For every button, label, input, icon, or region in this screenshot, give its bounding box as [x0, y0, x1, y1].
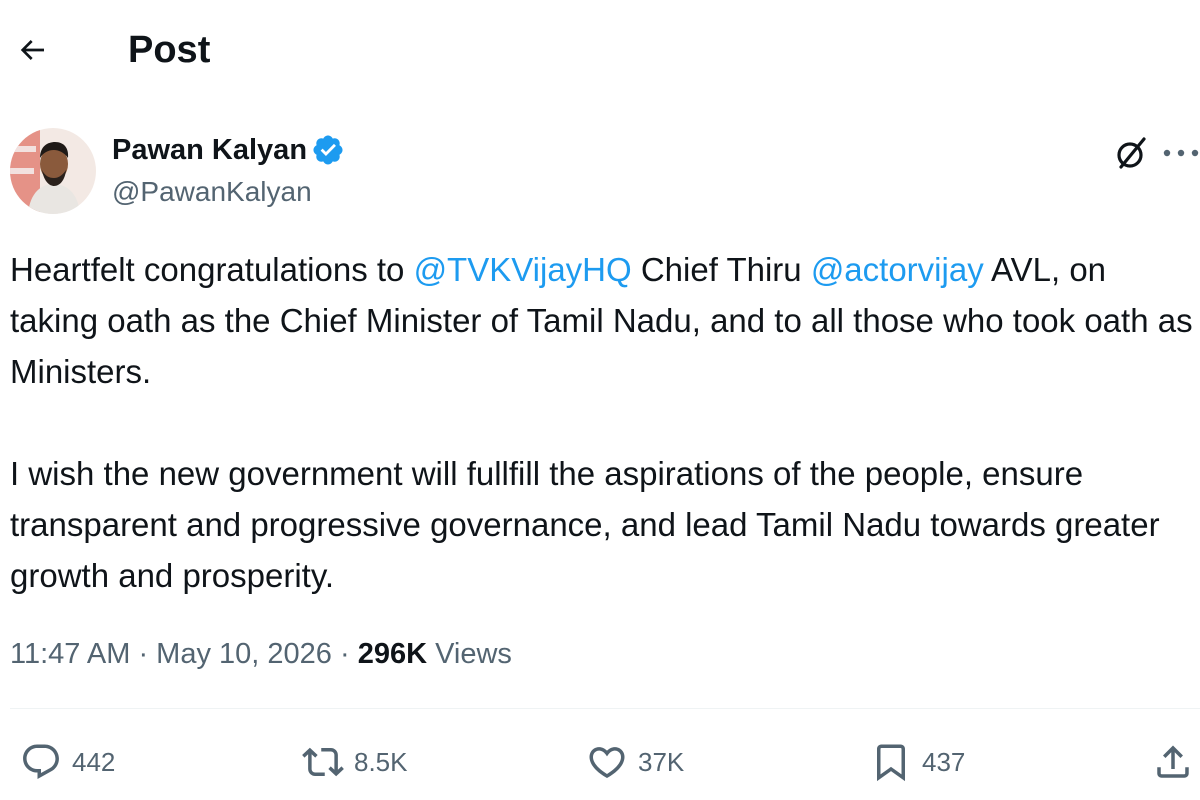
share-icon [1157, 745, 1189, 778]
share-button[interactable] [1152, 736, 1194, 788]
reply-count: 442 [72, 746, 116, 777]
name-row: Pawan Kalyan [112, 130, 345, 170]
back-arrow-icon [20, 40, 44, 60]
tweet-text-segment: Chief Thiru [631, 251, 811, 288]
back-button[interactable] [8, 26, 56, 74]
grok-button[interactable] [1106, 128, 1156, 178]
repost-count: 8.5K [354, 746, 408, 777]
like-icon [589, 747, 625, 779]
tweet-date[interactable]: May 10, 2026 [156, 638, 332, 670]
verified-badge-icon[interactable] [311, 133, 345, 167]
reply-button[interactable]: 442 [20, 736, 115, 788]
bookmark-icon [877, 744, 905, 782]
bookmark-button[interactable]: 437 [870, 736, 965, 788]
like-button[interactable]: 37K [586, 736, 684, 788]
views-count: 296K [357, 638, 428, 670]
tweet-paragraph-1: Heartfelt congratulations to @TVKVijayHQ… [10, 244, 1200, 397]
reply-icon [23, 744, 59, 779]
mention-actorvijay[interactable]: @actorvijay [811, 251, 984, 288]
author-block: Pawan Kalyan @PawanKalyan [112, 130, 345, 212]
tweet-time[interactable]: 11:47 AM [10, 638, 130, 670]
divider [10, 708, 1200, 709]
mention-tvkvijayhq[interactable]: @TVKVijayHQ [414, 251, 632, 288]
more-icon [1163, 149, 1199, 157]
avatar[interactable] [10, 128, 96, 214]
tweet-meta: 11:47 AM · May 10, 2026 · 296K Views [10, 632, 512, 676]
views-label: Views [427, 638, 512, 670]
more-button[interactable] [1162, 128, 1200, 178]
author-name[interactable]: Pawan Kalyan [112, 130, 307, 170]
meta-separator: · [130, 638, 157, 670]
tweet-text: Heartfelt congratulations to @TVKVijayHQ… [10, 244, 1200, 601]
repost-button[interactable]: 8.5K [302, 736, 408, 788]
repost-icon [302, 747, 344, 777]
tweet-paragraph-2: I wish the new government will fullfill … [10, 455, 1160, 594]
like-count: 37K [638, 746, 685, 777]
avatar-image [10, 128, 96, 214]
bookmark-count: 437 [922, 746, 966, 777]
page-title: Post [128, 29, 211, 71]
grok-icon [1117, 137, 1146, 169]
meta-separator: · [331, 638, 358, 670]
author-handle[interactable]: @PawanKalyan [112, 172, 345, 212]
tweet-text-segment: Heartfelt congratulations to [10, 251, 414, 288]
post-header: Post [0, 0, 1200, 100]
